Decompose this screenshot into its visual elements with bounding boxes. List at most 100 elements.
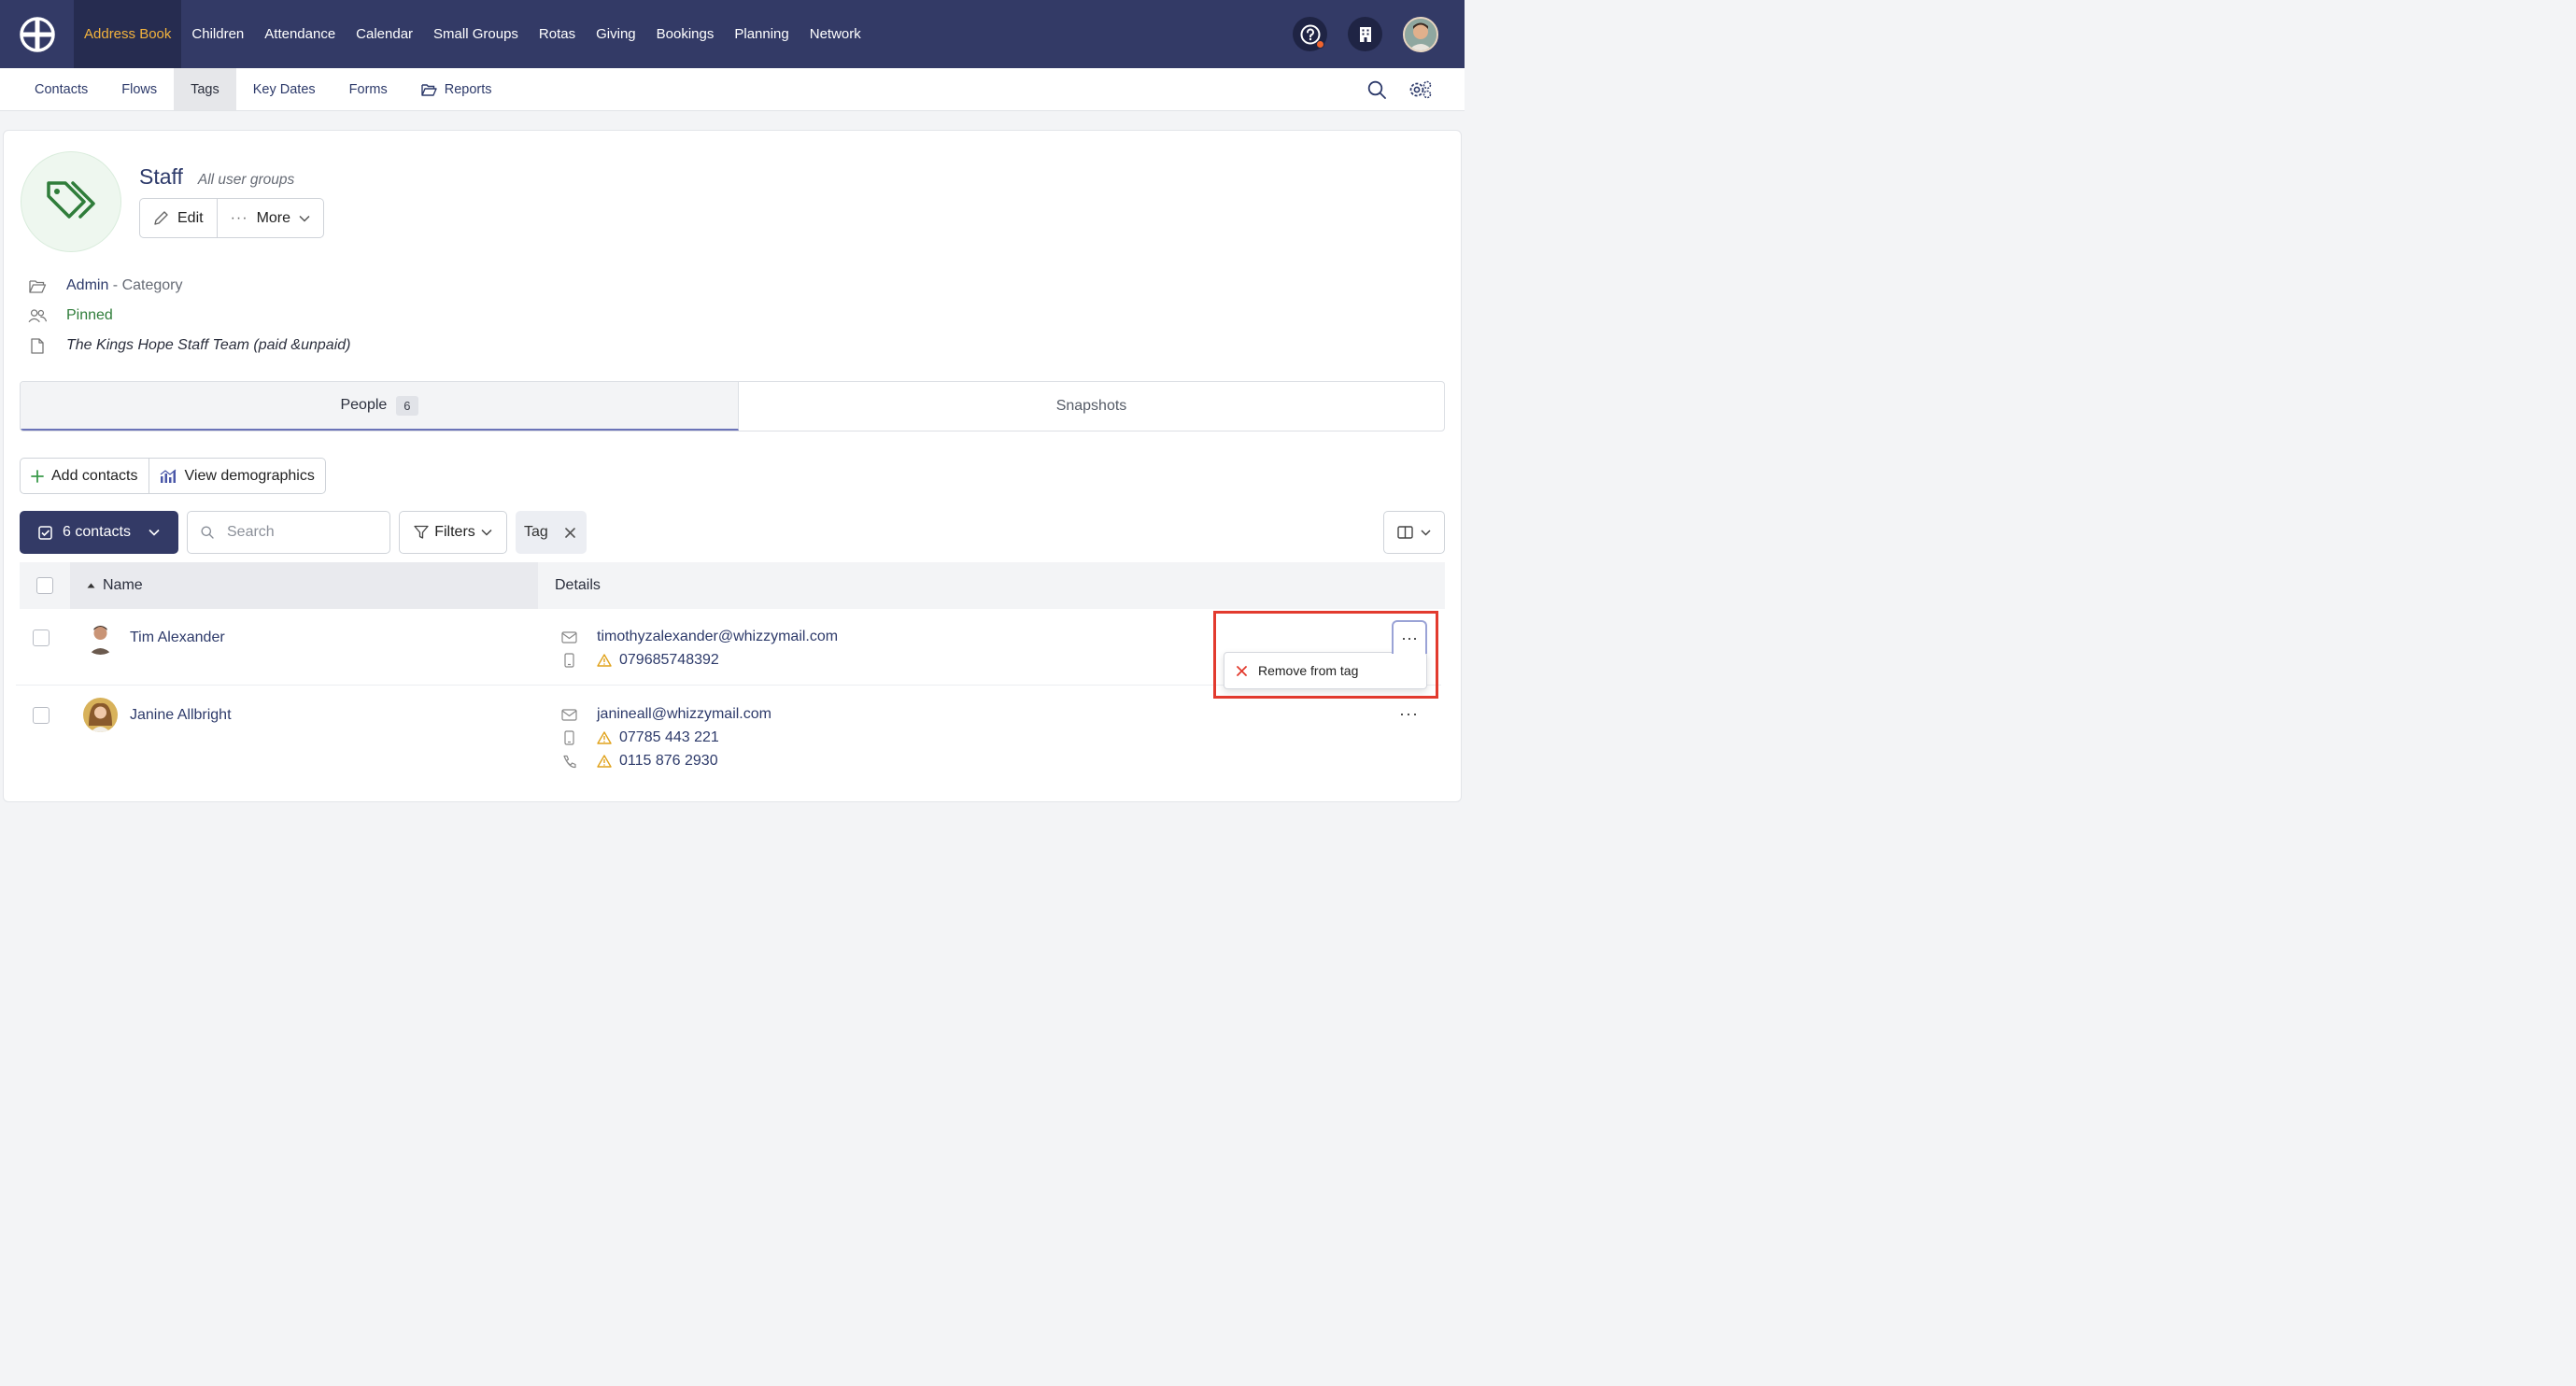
- subnav-reports-label: Reports: [444, 81, 492, 97]
- select-all-checkbox[interactable]: [36, 577, 53, 594]
- contacts-select-button[interactable]: 6 contacts: [20, 511, 178, 554]
- email-line: janineall@whizzymail.com: [559, 706, 771, 723]
- settings-gear-icon[interactable]: [1408, 79, 1433, 100]
- tag-actions: Edit ··· More: [139, 198, 325, 238]
- subnav-key-dates[interactable]: Key Dates: [236, 68, 333, 110]
- nav-calendar[interactable]: Calendar: [346, 0, 423, 68]
- email-line: timothyzalexander@whizzymail.com: [559, 629, 838, 645]
- envelope-icon: [560, 630, 577, 644]
- search-icon: [201, 526, 214, 539]
- nav-small-groups[interactable]: Small Groups: [423, 0, 529, 68]
- row-actions-button[interactable]: ···: [1399, 704, 1419, 724]
- mobile-line: 07785 443 221: [559, 729, 719, 746]
- more-label: More: [256, 209, 291, 226]
- search-icon[interactable]: [1367, 80, 1386, 99]
- add-contacts-button[interactable]: Add contacts: [21, 459, 149, 493]
- add-contacts-label: Add contacts: [51, 467, 138, 484]
- column-header-details: Details: [555, 577, 601, 593]
- table-toolbar: 6 contacts Filters Tag: [20, 511, 1445, 554]
- tab-people-label: People: [340, 397, 388, 413]
- description-row: The Kings Hope Staff Team (paid &unpaid): [28, 337, 350, 354]
- contact-email-link[interactable]: janineall@whizzymail.com: [597, 706, 771, 723]
- nav-rotas[interactable]: Rotas: [529, 0, 586, 68]
- close-icon[interactable]: [564, 527, 575, 538]
- close-icon: [1237, 665, 1247, 676]
- view-demographics-label: View demographics: [184, 467, 315, 484]
- avatar: [83, 620, 118, 655]
- columns-icon: [1397, 526, 1413, 539]
- user-avatar[interactable]: [1403, 16, 1438, 52]
- filters-button[interactable]: Filters: [399, 511, 507, 554]
- table-header: Name Details: [20, 562, 1445, 609]
- column-header-name[interactable]: Name: [70, 562, 538, 609]
- contact-mobile[interactable]: 079685748392: [619, 652, 719, 669]
- contact-phone[interactable]: 0115 876 2930: [619, 753, 718, 770]
- document-icon: [31, 337, 44, 354]
- table-row: Janine Allbright janineall@whizzymail.co…: [16, 686, 1441, 788]
- edit-button[interactable]: Edit: [140, 199, 217, 237]
- nav-planning[interactable]: Planning: [724, 0, 799, 68]
- category-row: Admin - Category: [28, 277, 183, 294]
- building-icon: [1359, 26, 1371, 42]
- tag-subtitle: All user groups: [197, 172, 295, 188]
- avatar: [83, 698, 118, 732]
- tag-chip-label: Tag: [524, 524, 548, 540]
- nav-attendance[interactable]: Attendance: [254, 0, 346, 68]
- pinned-row: Pinned: [28, 307, 113, 324]
- chevron-down-icon: [481, 529, 492, 536]
- app-logo-icon[interactable]: [0, 0, 74, 68]
- contacts-count-label: 6 contacts: [63, 524, 131, 540]
- organisation-button[interactable]: [1348, 17, 1382, 51]
- row-checkbox[interactable]: [33, 629, 50, 646]
- tab-snapshots[interactable]: Snapshots: [739, 382, 1444, 431]
- column-name-label: Name: [103, 577, 143, 593]
- users-icon: [28, 309, 47, 323]
- tags-icon: [47, 181, 95, 219]
- nav-network[interactable]: Network: [800, 0, 871, 68]
- subnav-flows[interactable]: Flows: [105, 68, 174, 110]
- more-button[interactable]: ··· More: [216, 199, 323, 237]
- help-button[interactable]: [1293, 17, 1327, 51]
- row-actions-button[interactable]: ···: [1392, 620, 1427, 654]
- chevron-down-icon: [299, 215, 310, 222]
- view-demographics-button[interactable]: View demographics: [148, 459, 325, 493]
- contact-email-link[interactable]: timothyzalexander@whizzymail.com: [597, 629, 838, 645]
- top-navigation-bar: Address Book Children Attendance Calenda…: [0, 0, 1465, 68]
- tab-people[interactable]: People 6: [21, 382, 739, 431]
- warning-icon: [597, 731, 612, 744]
- category-link[interactable]: Admin: [66, 277, 108, 294]
- plus-icon: [31, 469, 44, 483]
- notification-dot: [1316, 40, 1324, 49]
- filters-label: Filters: [434, 524, 475, 540]
- columns-button[interactable]: [1383, 511, 1445, 554]
- contact-name-link[interactable]: Janine Allbright: [130, 707, 232, 724]
- tag-avatar: [21, 151, 121, 252]
- search-box: [187, 511, 390, 554]
- remove-from-tag-menu-item[interactable]: Remove from tag: [1224, 652, 1427, 689]
- tag-name: Staff: [139, 164, 183, 189]
- ellipsis-icon: ···: [230, 209, 248, 226]
- subnav-forms[interactable]: Forms: [333, 68, 404, 110]
- bar-chart-icon: [160, 469, 176, 483]
- contact-mobile[interactable]: 07785 443 221: [619, 729, 719, 746]
- folder-icon: [28, 279, 46, 293]
- nav-children[interactable]: Children: [181, 0, 254, 68]
- subnav-contacts[interactable]: Contacts: [18, 68, 105, 110]
- nav-address-book[interactable]: Address Book: [74, 0, 182, 68]
- chevron-down-icon: [149, 529, 160, 536]
- tag-filter-chip: Tag: [516, 511, 587, 554]
- nav-bookings[interactable]: Bookings: [646, 0, 725, 68]
- checkbox-checked-icon: [38, 525, 52, 540]
- tag-description: The Kings Hope Staff Team (paid &unpaid): [66, 337, 351, 353]
- filter-icon: [414, 525, 429, 539]
- mobile-line: 079685748392: [559, 652, 719, 669]
- nav-giving[interactable]: Giving: [586, 0, 646, 68]
- remove-from-tag-label: Remove from tag: [1258, 663, 1359, 678]
- subnav-tags[interactable]: Tags: [174, 68, 236, 110]
- contact-name-link[interactable]: Tim Alexander: [130, 629, 225, 646]
- row-checkbox[interactable]: [33, 707, 50, 724]
- subnav-reports[interactable]: Reports: [404, 68, 509, 110]
- main-nav: Address Book Children Attendance Calenda…: [74, 0, 871, 68]
- chevron-down-icon: [1421, 529, 1431, 536]
- search-input[interactable]: [227, 524, 367, 541]
